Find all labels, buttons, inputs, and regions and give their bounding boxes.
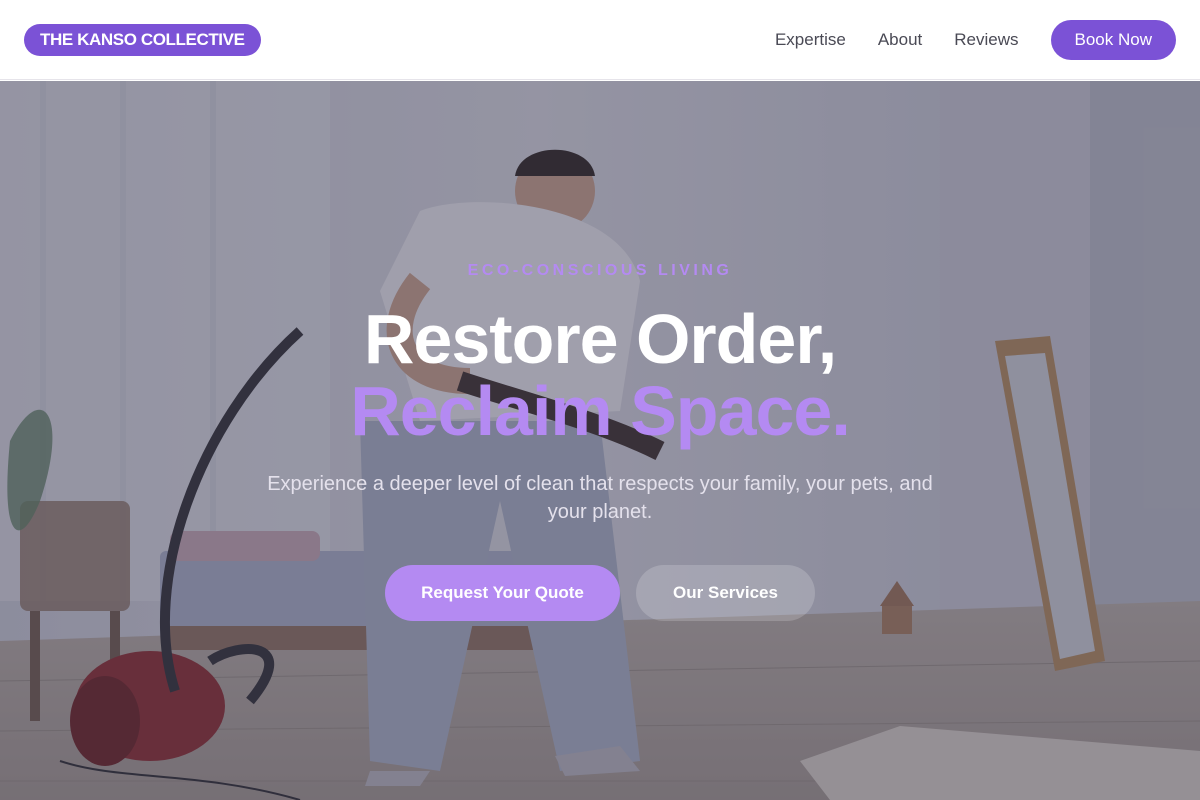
nav-link-reviews[interactable]: Reviews	[954, 30, 1018, 50]
our-services-button[interactable]: Our Services	[636, 565, 815, 621]
request-quote-button[interactable]: Request Your Quote	[385, 565, 620, 621]
book-now-button[interactable]: Book Now	[1050, 19, 1176, 60]
hero-content: ECO-CONSCIOUS LIVING Restore Order, Recl…	[0, 81, 1200, 800]
headline-line-2: Reclaim Space.	[350, 372, 851, 450]
hero-cta-group: Request Your Quote Our Services	[0, 565, 1200, 621]
hero-section: ECO-CONSCIOUS LIVING Restore Order, Recl…	[0, 81, 1200, 800]
headline-line-1: Restore Order,	[363, 300, 837, 378]
main-nav: Expertise About Reviews Book Now	[775, 19, 1176, 60]
nav-link-expertise[interactable]: Expertise	[775, 30, 846, 50]
hero-eyebrow: ECO-CONSCIOUS LIVING	[467, 262, 733, 279]
brand-logo[interactable]: THE KANSO COLLECTIVE	[24, 23, 261, 56]
hero-subtext: Experience a deeper level of clean that …	[267, 473, 933, 523]
nav-link-about[interactable]: About	[878, 30, 922, 50]
site-header: THE KANSO COLLECTIVE Expertise About Rev…	[0, 0, 1200, 80]
hero-headline: Restore Order, Reclaim Space.	[0, 303, 1200, 447]
